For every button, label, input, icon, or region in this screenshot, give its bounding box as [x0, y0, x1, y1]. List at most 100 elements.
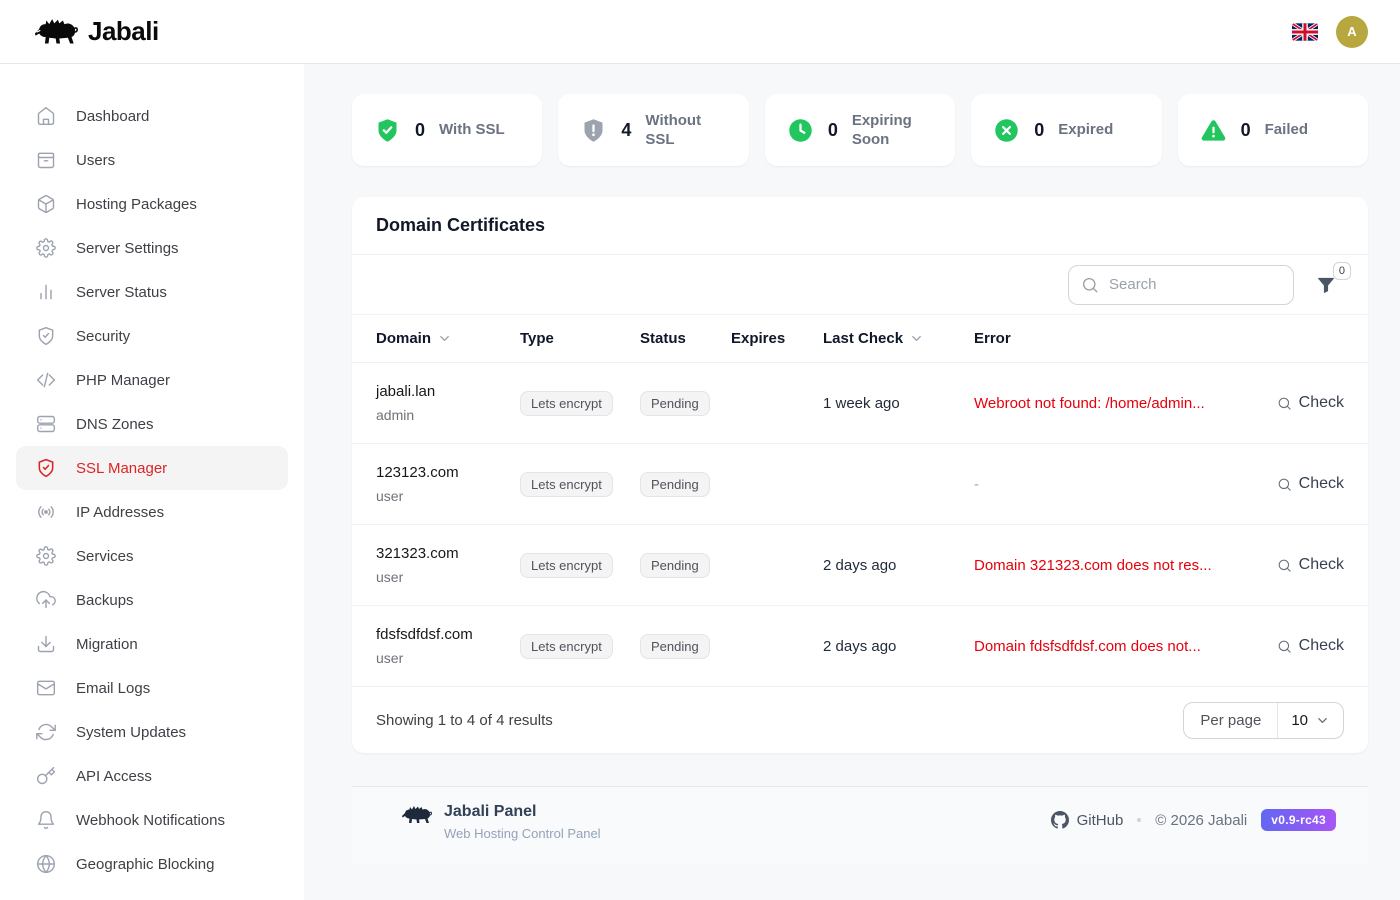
refresh-icon [36, 721, 58, 743]
sidebar-item-label: SSL Manager [76, 460, 167, 477]
home-icon [36, 105, 58, 127]
table-row: jabali.lanadmin Lets encrypt Pending 1 w… [352, 363, 1368, 444]
type-badge: Lets encrypt [520, 553, 613, 578]
sidebar-item-webhook-notifications[interactable]: Webhook Notifications [16, 798, 288, 842]
sidebar-item-backups[interactable]: Backups [16, 578, 288, 622]
stat-card-expired: 0 Expired [971, 94, 1161, 166]
stats-row: 0 With SSL 4 Without SSL 0 Expiring Soon… [352, 94, 1368, 166]
check-button[interactable]: Check [1264, 556, 1344, 574]
last-check-cell: 1 week ago [823, 395, 974, 412]
search-input[interactable] [1109, 276, 1281, 293]
dot-separator-icon [1137, 818, 1141, 822]
search-icon [1277, 639, 1292, 654]
code-icon [36, 369, 58, 391]
broadcast-icon [36, 501, 58, 523]
globe-icon [36, 853, 58, 875]
type-badge: Lets encrypt [520, 391, 613, 416]
sidebar-item-label: IP Addresses [76, 504, 164, 521]
column-type: Type [520, 330, 640, 347]
sidebar-item-api-access[interactable]: API Access [16, 754, 288, 798]
version-badge: v0.9-rc43 [1261, 809, 1336, 831]
column-error: Error [974, 330, 1264, 347]
server-stack-icon [36, 413, 58, 435]
column-domain[interactable]: Domain [376, 330, 520, 347]
gear-icon [36, 545, 58, 567]
sidebar-item-security[interactable]: Security [16, 314, 288, 358]
last-check-cell: 2 days ago [823, 638, 974, 655]
copyright: © 2026 Jabali [1155, 812, 1247, 829]
per-page-select[interactable]: Per page 10 [1183, 702, 1344, 739]
error-cell: Domain fdsfsdfdsf.com does not... [974, 638, 1264, 655]
sidebar-item-php-manager[interactable]: PHP Manager [16, 358, 288, 402]
download-icon [36, 633, 58, 655]
sidebar-item-system-updates[interactable]: System Updates [16, 710, 288, 754]
domain-name: fdsfsdfdsf.com [376, 626, 520, 643]
search-icon [1277, 558, 1292, 573]
sidebar-item-ssl-manager[interactable]: SSL Manager [16, 446, 288, 490]
sidebar-item-label: Webhook Notifications [76, 812, 225, 829]
sidebar-item-label: Server Status [76, 284, 167, 301]
sidebar-item-hosting-packages[interactable]: Hosting Packages [16, 182, 288, 226]
column-last-check[interactable]: Last Check [823, 330, 974, 347]
sidebar-item-dns-zones[interactable]: DNS Zones [16, 402, 288, 446]
stat-label: Without SSL [645, 111, 731, 150]
sidebar-item-label: Hosting Packages [76, 196, 197, 213]
cloud-upload-icon [36, 589, 58, 611]
shield-check-icon [374, 117, 401, 144]
stat-card-failed: 0 Failed [1178, 94, 1368, 166]
avatar[interactable]: A [1336, 16, 1368, 48]
check-button[interactable]: Check [1264, 394, 1344, 412]
sidebar-item-dashboard[interactable]: Dashboard [16, 94, 288, 138]
sidebar-item-server-settings[interactable]: Server Settings [16, 226, 288, 270]
domain-owner: user [376, 488, 520, 504]
sidebar-item-label: DNS Zones [76, 416, 154, 433]
boar-logo-icon [400, 803, 432, 827]
check-button[interactable]: Check [1264, 637, 1344, 655]
filter-button[interactable]: 0 [1316, 275, 1336, 295]
github-link[interactable]: GitHub [1051, 811, 1124, 829]
sidebar-item-users[interactable]: Users [16, 138, 288, 182]
package-icon [36, 193, 58, 215]
footer-brand: Jabali Panel [444, 803, 601, 821]
footer-tagline: Web Hosting Control Panel [444, 826, 601, 841]
stat-value: 4 [621, 120, 631, 141]
panel-title: Domain Certificates [352, 197, 1368, 255]
boar-logo-icon [32, 15, 78, 49]
domain-owner: user [376, 569, 520, 585]
search-icon [1081, 276, 1099, 294]
mail-icon [36, 677, 58, 699]
brand-name: Jabali [88, 16, 159, 47]
filter-count-badge: 0 [1333, 262, 1351, 280]
domain-owner: admin [376, 407, 520, 423]
key-icon [36, 765, 58, 787]
status-badge: Pending [640, 634, 710, 659]
domain-name: 321323.com [376, 545, 520, 562]
sidebar-item-label: Security [76, 328, 130, 345]
sidebar-item-label: Backups [76, 592, 134, 609]
status-badge: Pending [640, 472, 710, 497]
sidebar-item-geographic-blocking[interactable]: Geographic Blocking [16, 842, 288, 886]
stat-label: Expired [1058, 120, 1113, 140]
page-footer: Jabali Panel Web Hosting Control Panel G… [352, 786, 1368, 864]
table-row: fdsfsdfdsf.comuser Lets encrypt Pending … [352, 606, 1368, 687]
uk-flag-icon[interactable] [1292, 23, 1318, 41]
sidebar-item-server-status[interactable]: Server Status [16, 270, 288, 314]
sidebar-item-label: Email Logs [76, 680, 150, 697]
column-expires: Expires [731, 330, 823, 347]
top-header: Jabali A [0, 0, 1400, 64]
sidebar-item-label: Dashboard [76, 108, 149, 125]
chevron-down-icon [437, 331, 452, 346]
users-archive-icon [36, 149, 58, 171]
sidebar-item-email-logs[interactable]: Email Logs [16, 666, 288, 710]
error-cell: - [974, 476, 1264, 493]
sidebar-item-ip-addresses[interactable]: IP Addresses [16, 490, 288, 534]
table-row: 123123.comuser Lets encrypt Pending - Ch… [352, 444, 1368, 525]
sidebar-item-migration[interactable]: Migration [16, 622, 288, 666]
stat-value: 0 [415, 120, 425, 141]
table-row: 321323.comuser Lets encrypt Pending 2 da… [352, 525, 1368, 606]
stat-label: Failed [1265, 120, 1308, 140]
stat-label: Expiring Soon [852, 111, 938, 150]
warning-triangle-icon [1200, 117, 1227, 144]
sidebar-item-services[interactable]: Services [16, 534, 288, 578]
check-button[interactable]: Check [1264, 475, 1344, 493]
